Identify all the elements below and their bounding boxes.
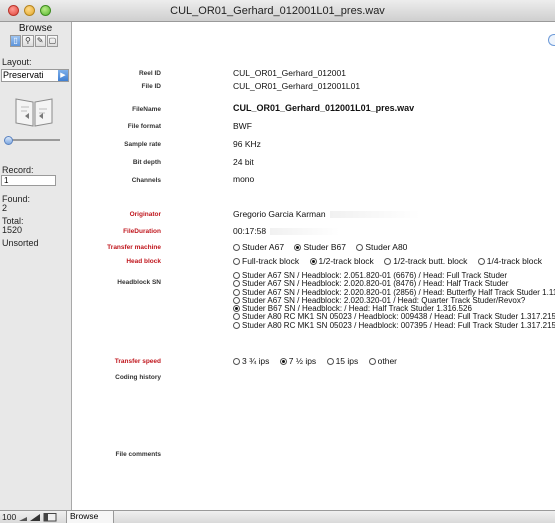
bit-depth-value[interactable]: 24 bit xyxy=(233,157,254,167)
coding-history-field[interactable] xyxy=(233,372,533,442)
mode-switcher: ▯ ⚲ ✎ ▢ xyxy=(10,35,58,47)
find-mode-icon[interactable]: ⚲ xyxy=(22,35,34,47)
radio-option[interactable]: Full-track block xyxy=(233,256,299,266)
file-format-label: File format xyxy=(127,123,161,130)
mode-popup[interactable]: Browse xyxy=(66,511,114,523)
originator-label: Originator xyxy=(129,211,161,218)
zoom-controls xyxy=(19,513,57,522)
window-titlebar: CUL_OR01_Gerhard_012001L01_pres.wav xyxy=(0,0,555,22)
head-block-radios: Full-track block 1/2-track block 1/2-tra… xyxy=(233,256,550,266)
originator-field[interactable]: Gregorio Garcia Karman xyxy=(233,209,420,219)
reel-id-value[interactable]: CUL_OR01_Gerhard_012001 xyxy=(233,68,346,78)
zoom-level[interactable]: 100 xyxy=(2,512,16,522)
radio-option[interactable]: Studer B67 xyxy=(294,242,346,252)
slider-knob[interactable] xyxy=(4,136,13,145)
channels-label: Channels xyxy=(131,177,161,184)
layout-label: Layout: xyxy=(2,57,32,67)
head-block-label: Head block xyxy=(126,258,161,265)
record-form: Reel ID CUL_OR01_Gerhard_012001 File ID … xyxy=(73,22,555,510)
preview-mode-icon[interactable]: ▢ xyxy=(46,35,58,47)
reel-id-label: Reel ID xyxy=(138,70,161,77)
channels-value[interactable]: mono xyxy=(233,174,254,184)
radio-option[interactable]: 1/2-track block xyxy=(309,256,374,266)
record-slider[interactable] xyxy=(4,136,60,145)
status-toolbar: Browse ▯ ⚲ ✎ ▢ Layout: Preservati ▶ Reco… xyxy=(0,22,72,510)
file-id-label: File ID xyxy=(141,83,161,90)
transfer-machine-label: Transfer machine xyxy=(107,244,161,251)
status-toggle-icon[interactable] xyxy=(43,513,57,522)
coding-history-label: Coding history xyxy=(115,374,161,381)
radio-option[interactable]: 3 ¾ ips xyxy=(233,356,269,366)
radio-option[interactable]: 1/2-track butt. block xyxy=(384,256,467,266)
file-name-value[interactable]: CUL_OR01_Gerhard_012001L01_pres.wav xyxy=(233,103,414,113)
transfer-machine-radios: Studer A67 Studer B67 Studer A80 xyxy=(233,242,415,252)
radio-option[interactable]: 15 ips xyxy=(326,356,358,366)
headblock-sn-label: Headblock SN xyxy=(117,279,161,286)
total-count: 1520 xyxy=(2,225,23,235)
sample-rate-value[interactable]: 96 KHz xyxy=(233,139,261,149)
bit-depth-label: Bit depth xyxy=(132,159,161,166)
found-count: 2 xyxy=(2,203,8,213)
file-comments-field[interactable] xyxy=(233,449,533,499)
mode-label: Browse xyxy=(18,23,53,34)
browse-mode-icon[interactable]: ▯ xyxy=(10,35,22,47)
window-title: CUL_OR01_Gerhard_012001L01_pres.wav xyxy=(170,5,385,17)
book-icon[interactable] xyxy=(13,95,55,129)
radio-option[interactable]: Studer A80 RC MK1 SN 05023 / Headblock: … xyxy=(233,321,555,330)
file-id-value[interactable]: CUL_OR01_Gerhard_012001L01 xyxy=(233,81,360,91)
radio-option[interactable]: Studer A80 xyxy=(356,242,407,252)
layout-select[interactable]: Preservati ▶ xyxy=(1,69,69,82)
file-duration-value: 00:17:58 xyxy=(233,226,267,236)
record-label: Record: xyxy=(2,165,34,175)
file-duration-label: FileDuration xyxy=(123,228,161,235)
radio-option[interactable]: 7 ½ ips xyxy=(279,356,316,366)
transfer-speed-radios: 3 ¾ ips 7 ½ ips 15 ips other xyxy=(233,356,405,366)
radio-option[interactable]: 1/4-track block xyxy=(477,256,542,266)
sort-status: Unsorted xyxy=(2,238,39,248)
record-number-input[interactable]: 1 xyxy=(1,175,56,186)
file-name-label: FileName xyxy=(132,106,161,113)
file-duration-field[interactable]: 00:17:58 xyxy=(233,226,341,236)
radio-option[interactable]: other xyxy=(368,356,397,366)
sample-rate-label: Sample rate xyxy=(124,141,161,148)
layout-mode-icon[interactable]: ✎ xyxy=(34,35,46,47)
originator-value: Gregorio Garcia Karman xyxy=(233,209,326,219)
file-format-value[interactable]: BWF xyxy=(233,121,252,131)
headblock-sn-radios: Studer A67 SN / Headblock: 2.051.820-01 … xyxy=(233,271,555,330)
status-bar: 100 Browse xyxy=(0,510,555,523)
zoom-in-icon[interactable] xyxy=(30,514,40,521)
window-resize-nub[interactable] xyxy=(548,34,555,46)
radio-option[interactable]: Studer A67 xyxy=(233,242,284,252)
zoom-out-icon[interactable] xyxy=(19,517,27,521)
layout-value: Preservati xyxy=(3,70,44,80)
chevron-right-icon: ▶ xyxy=(58,70,68,81)
transfer-speed-label: Transfer speed xyxy=(114,358,161,365)
file-comments-label: File comments xyxy=(115,451,161,458)
